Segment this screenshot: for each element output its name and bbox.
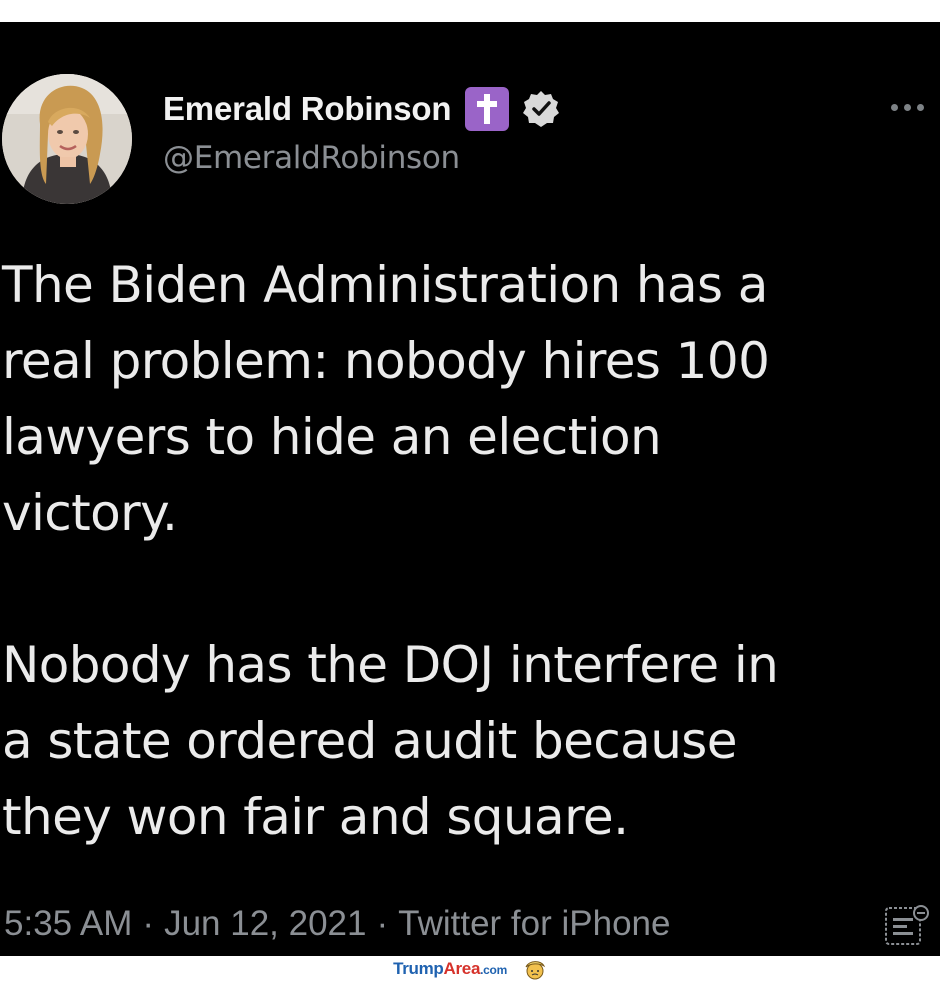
tweet-time[interactable]: 5:35 AM — [4, 904, 132, 943]
tweet-text: The Biden Administration has a real prob… — [2, 256, 779, 846]
watermark-logo[interactable]: TrumpArea.com — [393, 959, 507, 979]
watermark-face-icon — [525, 960, 546, 979]
author-handle[interactable]: @EmeraldRobinson — [163, 140, 460, 176]
more-options-icon[interactable] — [891, 104, 924, 111]
tweet-source[interactable]: Twitter for iPhone — [398, 904, 670, 943]
analytics-icon[interactable] — [884, 904, 930, 948]
screenshot-frame: Emerald Robinson @EmeraldRobinson The Bi… — [0, 0, 940, 981]
watermark: TrumpArea.com — [0, 956, 940, 981]
cross-emoji-icon — [465, 87, 510, 131]
author-display-name[interactable]: Emerald Robinson — [163, 90, 452, 128]
verified-badge-icon — [523, 91, 560, 127]
avatar-image — [2, 74, 132, 204]
author-name-row: Emerald Robinson — [163, 86, 561, 132]
tweet-card[interactable]: Emerald Robinson @EmeraldRobinson The Bi… — [0, 22, 940, 956]
avatar[interactable] — [2, 74, 132, 204]
meta-separator: · — [142, 904, 155, 943]
tweet-date[interactable]: Jun 12, 2021 — [164, 904, 366, 943]
tweet-metadata: 5:35 AM · Jun 12, 2021 · Twitter for iPhone — [4, 904, 670, 944]
meta-separator: · — [376, 904, 389, 943]
